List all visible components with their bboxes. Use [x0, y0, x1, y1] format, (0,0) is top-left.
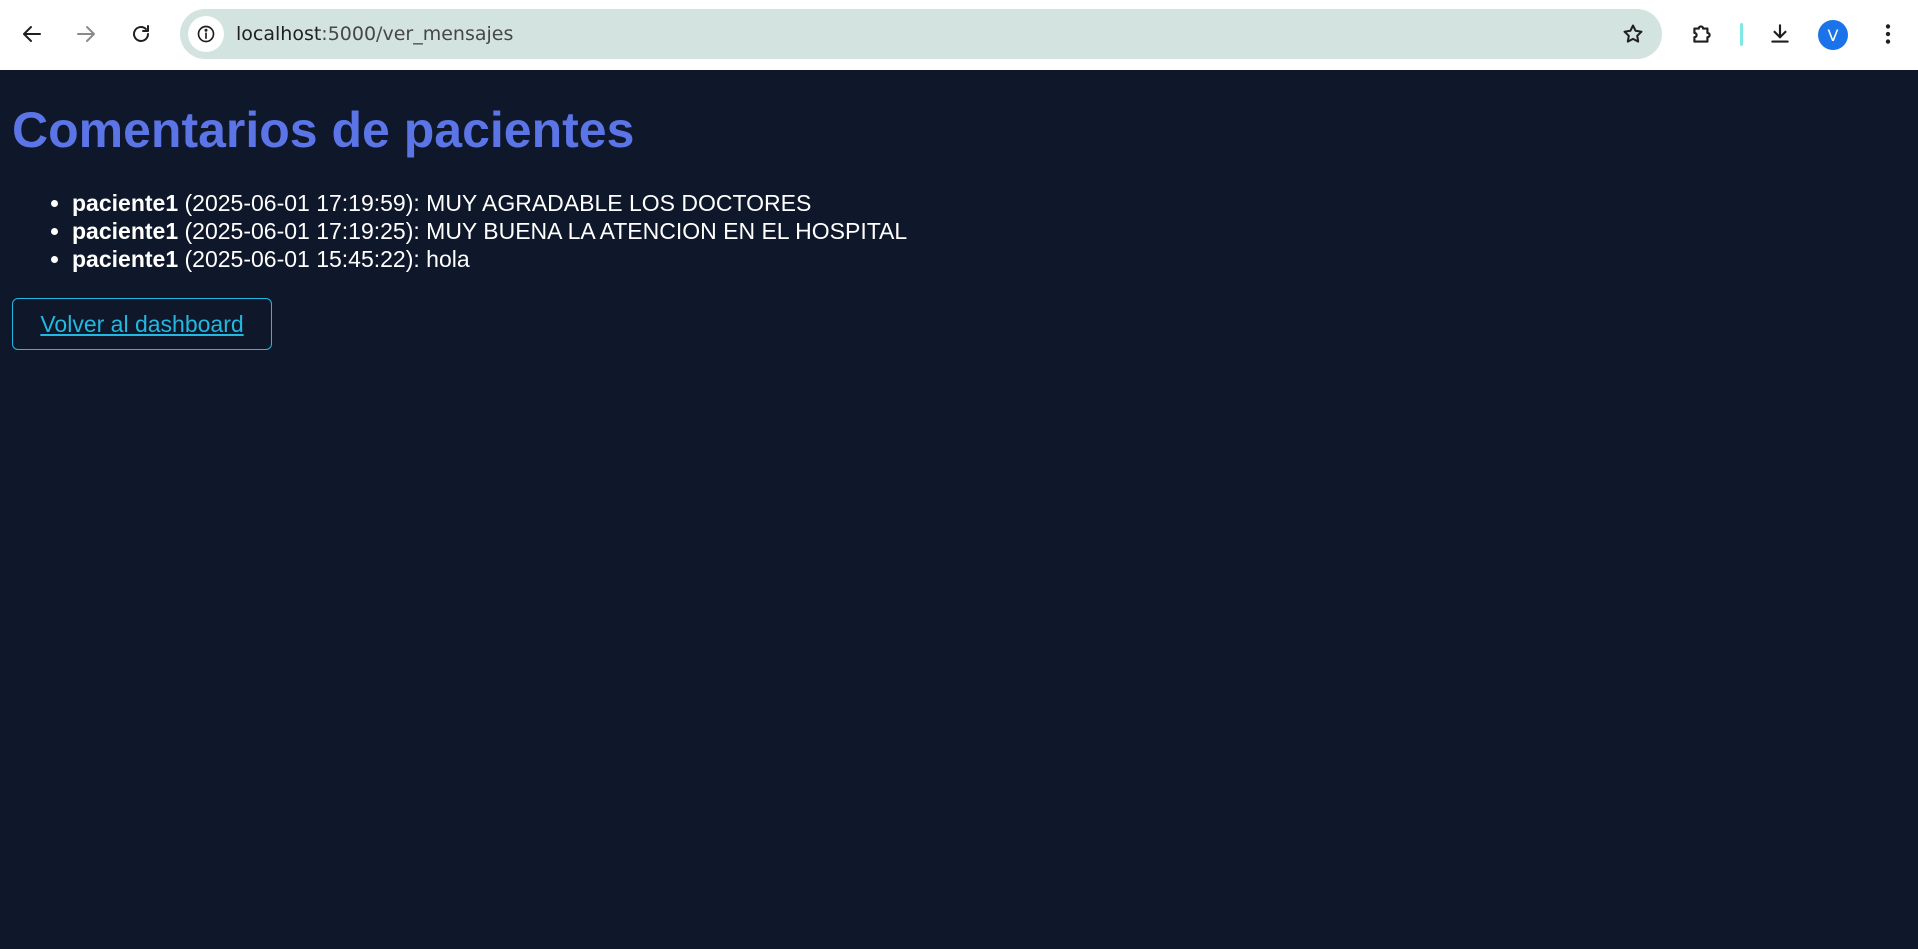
message-list: paciente1 (2025-06-01 17:19:59): MUY AGR… [0, 189, 907, 273]
message-user: paciente1 [72, 190, 179, 216]
extensions-button[interactable] [1684, 16, 1720, 52]
url-text[interactable]: localhost:5000/ver_mensajes [236, 23, 513, 45]
back-button[interactable] [14, 16, 50, 52]
list-item: paciente1 (2025-06-01 17:19:59): MUY AGR… [72, 189, 907, 217]
downloads-button[interactable] [1762, 16, 1798, 52]
back-to-dashboard-link[interactable]: Volver al dashboard [40, 311, 243, 338]
message-text: (2025-06-01 17:19:25): MUY BUENA LA ATEN… [178, 218, 908, 244]
message-user: paciente1 [72, 218, 179, 244]
message-text: (2025-06-01 15:45:22): hola [178, 246, 470, 272]
page-content: Comentarios de pacientes paciente1 (2025… [0, 71, 1918, 949]
info-icon [197, 25, 215, 43]
download-icon [1771, 24, 1789, 43]
back-to-dashboard-button[interactable]: Volver al dashboard [12, 298, 272, 350]
message-user: paciente1 [72, 246, 179, 272]
url-host: localhost [236, 23, 322, 45]
kebab-menu-icon [1885, 24, 1891, 44]
arrow-left-icon [23, 26, 41, 42]
puzzle-icon [1693, 25, 1711, 43]
url-path: :5000/ver_mensajes [321, 23, 514, 45]
browser-menu-button[interactable] [1870, 16, 1906, 52]
address-bar[interactable]: localhost:5000/ver_mensajes [180, 9, 1662, 59]
arrow-right-icon [77, 26, 95, 42]
site-info-button[interactable] [188, 16, 224, 52]
page-title: Comentarios de pacientes [12, 102, 635, 158]
browser-toolbar: localhost:5000/ver_mensajes V [0, 0, 1918, 70]
toolbar-divider [1740, 23, 1743, 46]
star-icon [1623, 24, 1643, 43]
reload-icon [133, 25, 149, 42]
bookmark-button[interactable] [1620, 21, 1646, 47]
reload-button[interactable] [123, 16, 159, 52]
forward-button[interactable] [68, 16, 104, 52]
message-text: (2025-06-01 17:19:59): MUY AGRADABLE LOS… [178, 190, 812, 216]
list-item: paciente1 (2025-06-01 15:45:22): hola [72, 245, 907, 273]
list-item: paciente1 (2025-06-01 17:19:25): MUY BUE… [72, 217, 907, 245]
profile-avatar[interactable]: V [1818, 20, 1848, 50]
